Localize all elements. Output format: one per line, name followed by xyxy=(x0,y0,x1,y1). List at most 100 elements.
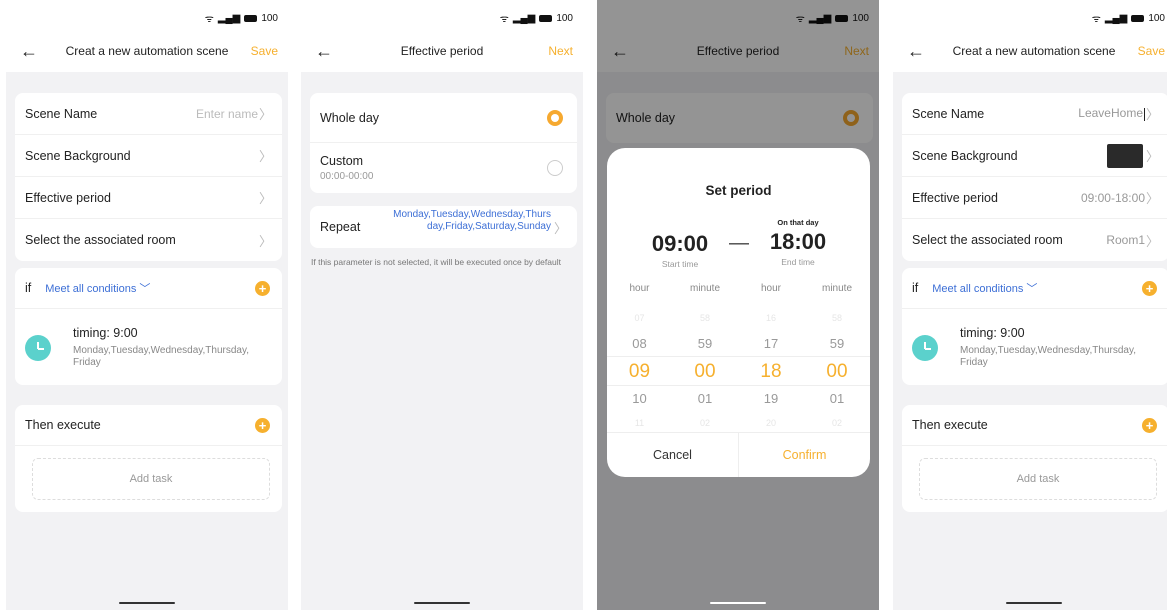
timing-condition-item[interactable]: timing: 9:00 Monday,Tuesday,Wednesday,Th… xyxy=(15,309,282,381)
home-indicator xyxy=(414,602,470,604)
col-minute-start: minute xyxy=(689,283,720,294)
row-label: Scene Background xyxy=(25,148,131,163)
if-header: if Meet all conditions ﹀ + xyxy=(15,268,282,309)
add-condition-plus-icon[interactable]: + xyxy=(255,280,270,296)
battery-icon xyxy=(539,14,553,22)
effective-period-row[interactable]: Effective period 〉 xyxy=(15,177,282,219)
top-bar: ᯤ ▂▄▆ 100 ← Effective period Next xyxy=(301,0,583,72)
scene-settings-card: Scene Name LeaveHome 〉 Scene Background … xyxy=(902,93,1167,261)
repeat-card[interactable]: Repeat Monday,Tuesday,Wednesday,Thursday… xyxy=(310,206,577,248)
effective-period-row[interactable]: Effective period 09:00-18:00 〉 xyxy=(902,177,1167,219)
col-hour-start: hour xyxy=(629,283,650,294)
add-action-plus-icon[interactable]: + xyxy=(255,417,270,433)
top-bar: ᯤ ▂▄▆ 100 ← Creat a new automation scene… xyxy=(6,0,288,72)
signal-icon: ▂▄▆ xyxy=(1104,12,1128,24)
wifi-icon: ᯤ xyxy=(499,14,509,25)
signal-icon: ▂▄▆ xyxy=(512,12,536,24)
scene-name-row[interactable]: Scene Name Enter name 〉 xyxy=(15,93,282,135)
chevron-right-icon: 〉 xyxy=(258,107,272,122)
scene-name-input[interactable]: Enter name xyxy=(196,107,258,121)
save-button[interactable]: Save xyxy=(251,44,278,58)
repeat-row[interactable]: Repeat Monday,Tuesday,Wednesday,Thursday… xyxy=(310,206,577,248)
row-label: Scene Background xyxy=(912,148,1018,163)
time-dash: — xyxy=(729,232,749,254)
wifi-icon: ᯤ xyxy=(1091,14,1101,25)
status-bar: ᯤ ▂▄▆ 100 xyxy=(204,11,278,26)
time-wheel[interactable]: 07 58 16 58 08 59 17 59 09 00 18 00 10 01 19 01 11 02… xyxy=(607,306,870,436)
wheel-row-selected: 09 00 18 00 xyxy=(607,356,870,386)
page-title: Creat a new automation scene xyxy=(952,44,1116,58)
custom-option[interactable]: Custom 00:00-00:00 xyxy=(310,143,577,193)
battery-level: 100 xyxy=(261,12,278,24)
row-label: Scene Name xyxy=(25,106,98,121)
scene-background-row[interactable]: Scene Background 〉 xyxy=(15,135,282,177)
associated-room-value: Room1 xyxy=(1106,233,1145,247)
signal-icon: ▂▄▆ xyxy=(217,12,241,24)
scene-name-input[interactable]: LeaveHome xyxy=(1078,106,1145,121)
chevron-down-icon: ﹀ xyxy=(139,283,151,295)
condition-mode-dropdown[interactable]: Meet all conditions ﹀ xyxy=(932,280,1037,296)
chevron-right-icon: 〉 xyxy=(553,220,567,236)
repeat-label: Repeat xyxy=(320,220,361,234)
wifi-icon: ᯤ xyxy=(204,14,214,25)
start-time: 09:00 xyxy=(651,231,709,256)
row-label: Select the associated room xyxy=(912,233,1063,247)
battery-level: 100 xyxy=(556,12,573,24)
if-label: if xyxy=(25,281,32,295)
end-time-label: End time xyxy=(781,257,815,267)
if-header: if Meet all conditions ﹀ + xyxy=(902,268,1167,309)
chevron-right-icon: 〉 xyxy=(258,191,272,206)
chevron-right-icon: 〉 xyxy=(1145,107,1159,122)
effective-period-value: 09:00-18:00 xyxy=(1080,190,1145,205)
repeat-note: If this parameter is not selected, it wi… xyxy=(311,257,561,267)
add-action-plus-icon[interactable]: + xyxy=(1142,417,1157,433)
battery-icon xyxy=(1131,14,1145,22)
add-task-button[interactable]: Add task xyxy=(919,458,1157,500)
chevron-right-icon: 〉 xyxy=(258,149,272,164)
chevron-down-icon: ﹀ xyxy=(1026,283,1038,295)
row-label: Effective period xyxy=(25,190,111,205)
col-minute-end: minute xyxy=(821,283,852,294)
screen-new-scene-filled: ᯤ ▂▄▆ 100 ← Creat a new automation scene… xyxy=(893,0,1167,610)
custom-radio[interactable] xyxy=(547,160,563,176)
next-button[interactable]: Next xyxy=(548,44,573,58)
then-label: Then execute xyxy=(25,418,101,432)
option-label: Whole day xyxy=(320,110,380,125)
timing-days: Monday,Tuesday,Wednesday,Thursday,Friday xyxy=(73,345,250,368)
scene-background-row[interactable]: Scene Background 〉 xyxy=(902,135,1167,177)
chevron-right-icon: 〉 xyxy=(1145,233,1159,249)
condition-mode-dropdown[interactable]: Meet all conditions ﹀ xyxy=(45,280,150,296)
then-header: Then execute + xyxy=(15,405,282,446)
modal-actions: Cancel Confirm xyxy=(607,432,870,477)
cancel-button[interactable]: Cancel xyxy=(607,433,739,477)
then-card: Then execute + Add task xyxy=(15,405,282,512)
home-indicator xyxy=(1006,602,1062,604)
status-bar: ᯤ ▂▄▆ 100 xyxy=(1091,11,1165,26)
home-indicator xyxy=(119,602,175,604)
wheel-row: 08 59 17 59 xyxy=(632,336,845,351)
whole-day-option[interactable]: Whole day xyxy=(310,93,577,143)
page-title: Effective period xyxy=(400,44,484,58)
end-time-caption: On that day xyxy=(777,218,819,227)
associated-room-row[interactable]: Select the associated room Room1 〉 xyxy=(902,219,1167,261)
whole-day-radio[interactable] xyxy=(547,109,563,126)
associated-room-row[interactable]: Select the associated room 〉 xyxy=(15,219,282,261)
confirm-button[interactable]: Confirm xyxy=(739,433,870,477)
col-hour-end: hour xyxy=(760,283,781,294)
period-options-card: Whole day Custom 00:00-00:00 xyxy=(310,93,577,193)
top-bar: ᯤ ▂▄▆ 100 ← Creat a new automation scene… xyxy=(893,0,1167,72)
end-time-display: On that day 18:00 End time xyxy=(753,218,843,267)
clock-icon xyxy=(912,335,938,361)
add-condition-plus-icon[interactable]: + xyxy=(1142,280,1157,296)
timing-condition-item[interactable]: timing: 9:00 Monday,Tuesday,Wednesday,Th… xyxy=(902,309,1167,381)
scene-settings-card: Scene Name Enter name 〉 Scene Background… xyxy=(15,93,282,261)
chevron-right-icon: 〉 xyxy=(258,233,272,249)
chevron-right-icon: 〉 xyxy=(1145,149,1159,164)
background-thumbnail xyxy=(1107,143,1143,168)
add-task-button[interactable]: Add task xyxy=(32,458,270,500)
save-button[interactable]: Save xyxy=(1138,44,1165,58)
option-label: Custom xyxy=(320,154,364,168)
row-label: Select the associated room xyxy=(25,233,176,247)
scene-name-row[interactable]: Scene Name LeaveHome 〉 xyxy=(902,93,1167,135)
screen-set-period: ᯤ ▂▄▆ 100 ← Effective period Next Whole … xyxy=(597,0,879,610)
